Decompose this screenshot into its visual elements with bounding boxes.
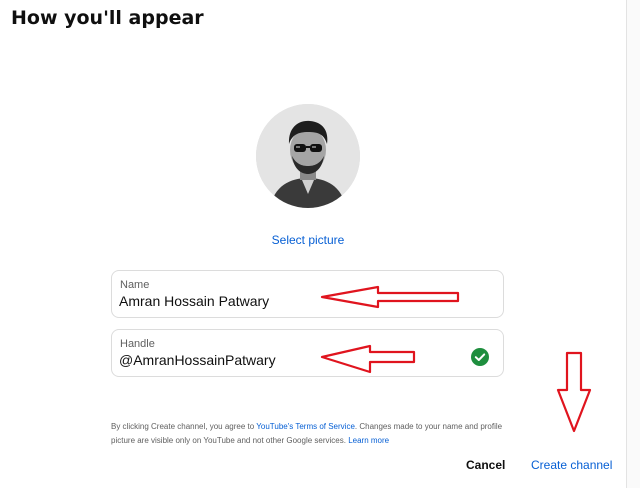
dialog-title: How you'll appear — [11, 7, 204, 29]
check-circle-icon — [471, 348, 489, 366]
profile-avatar — [256, 104, 360, 208]
select-picture-link[interactable]: Select picture — [0, 233, 616, 247]
create-channel-dialog: How you'll appear Select picture Name Am… — [0, 0, 640, 488]
terms-disclaimer: By clicking Create channel, you agree to… — [111, 420, 511, 448]
name-field[interactable]: Name Amran Hossain Patwary — [111, 270, 504, 318]
name-field-value[interactable]: Amran Hossain Patwary — [119, 293, 269, 309]
cancel-button[interactable]: Cancel — [466, 458, 505, 472]
handle-field-label: Handle — [120, 338, 155, 350]
learn-more-link[interactable]: Learn more — [348, 436, 389, 445]
create-channel-button[interactable]: Create channel — [531, 458, 612, 472]
terms-of-service-link[interactable]: YouTube's Terms of Service — [256, 422, 355, 431]
disclaimer-prefix: By clicking Create channel, you agree to — [111, 422, 257, 431]
annotation-arrow-create — [556, 351, 592, 433]
name-field-label: Name — [120, 279, 150, 291]
scrollbar[interactable] — [626, 0, 640, 488]
handle-field[interactable]: Handle @AmranHossainPatwary — [111, 329, 504, 377]
handle-field-value[interactable]: @AmranHossainPatwary — [119, 352, 276, 368]
